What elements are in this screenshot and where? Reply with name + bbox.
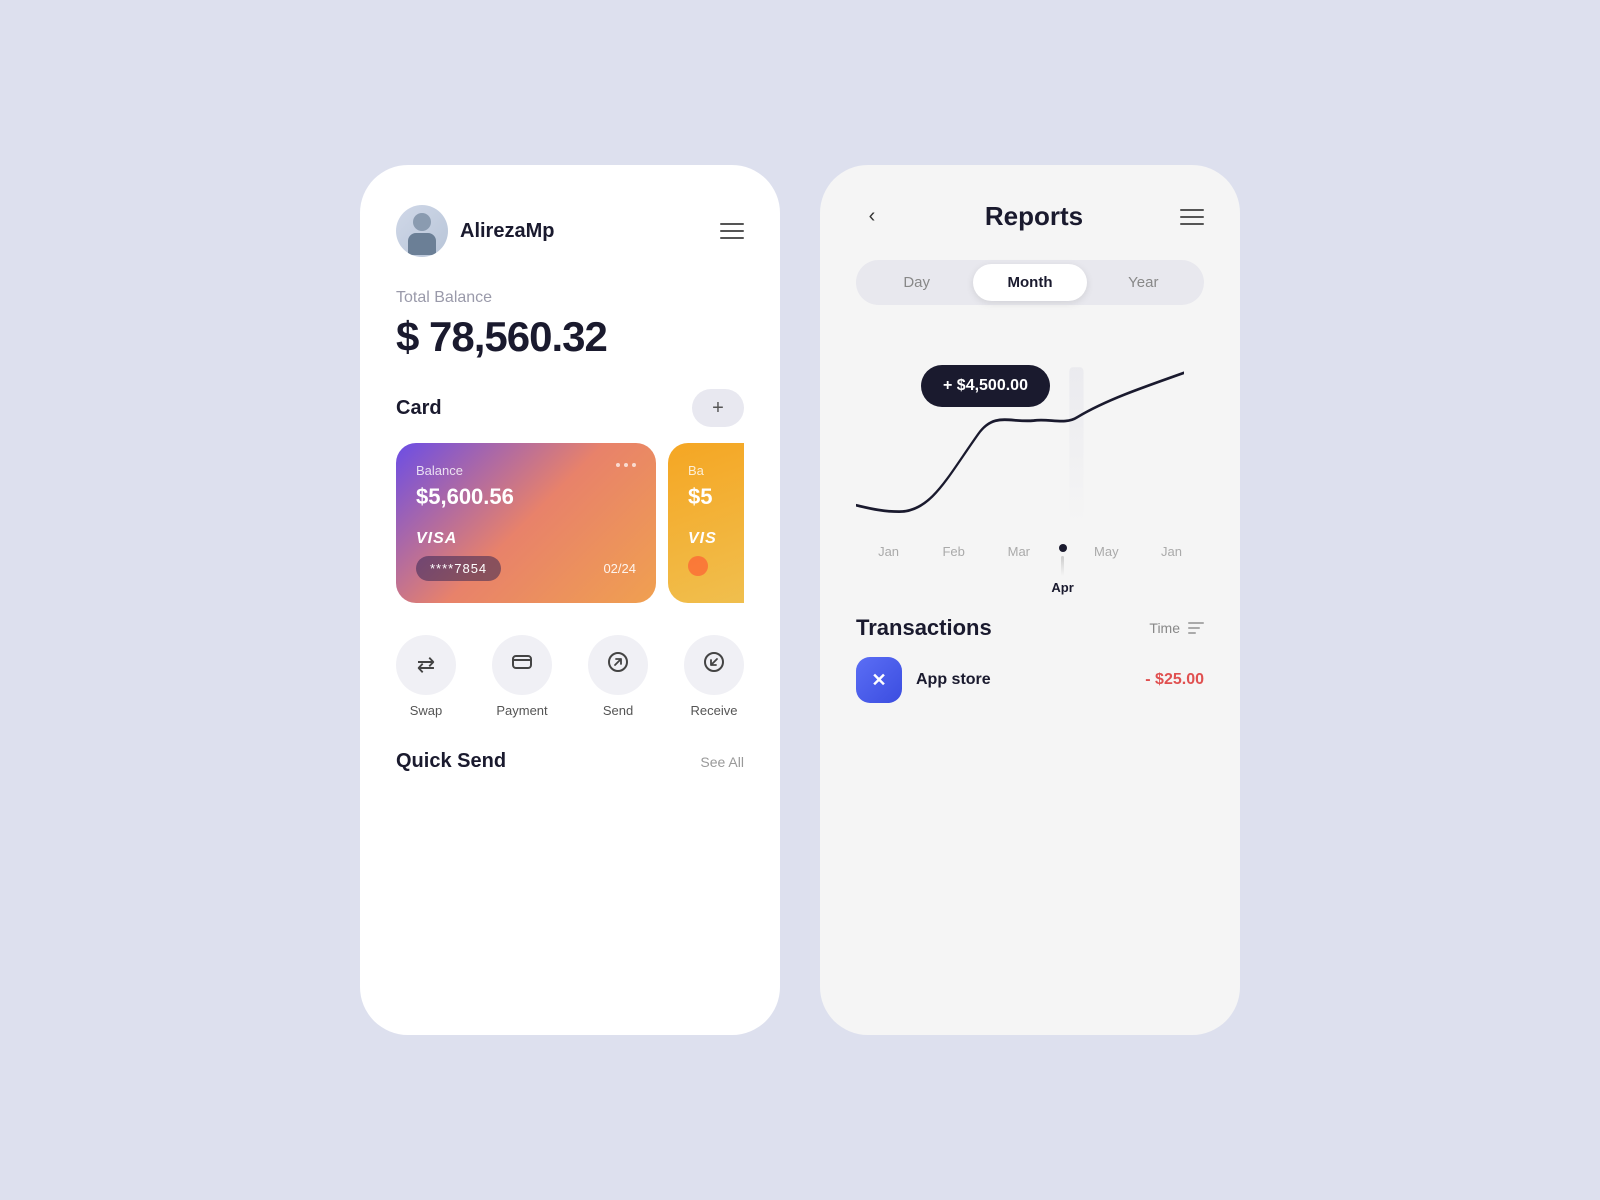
time-filter[interactable]: Time <box>1149 620 1204 636</box>
avatar-name-row: AlirezaMp <box>396 205 554 257</box>
back-button[interactable]: ‹ <box>856 205 888 228</box>
filter-line-2 <box>1188 627 1200 629</box>
balance-amount: $ 78,560.32 <box>396 313 744 361</box>
transactions-title: Transactions <box>856 615 992 641</box>
phone-right: ‹ Reports Day Month Year + $4,500.00 <box>820 165 1240 1035</box>
main-card[interactable]: Balance $5,600.56 VISA ****7854 02/24 <box>396 443 656 603</box>
card-number-row: ****7854 02/24 <box>416 556 636 581</box>
add-card-button[interactable]: + <box>692 389 744 427</box>
month-jan-2: Jan <box>1139 544 1204 595</box>
main-card-type: VISA <box>416 530 636 548</box>
action-receive: Receive <box>684 635 744 718</box>
phones-container: AlirezaMp Total Balance $ 78,560.32 Card… <box>360 165 1240 1035</box>
phone-left: AlirezaMp Total Balance $ 78,560.32 Card… <box>360 165 780 1035</box>
payment-label: Payment <box>496 703 547 718</box>
action-swap: ⇄ Swap <box>396 635 456 718</box>
quick-send-header: Quick Send See All <box>396 750 744 773</box>
reports-menu-line-3 <box>1180 223 1204 225</box>
menu-line-1 <box>720 223 744 225</box>
month-apr-indicator: Apr <box>1051 544 1073 595</box>
transactions-header: Transactions Time <box>856 615 1204 641</box>
filter-line-3 <box>1188 632 1196 634</box>
transactions-section: Transactions Time ✕ App store - $25.00 <box>856 615 1204 703</box>
month-may: May <box>1074 544 1139 595</box>
header-row: AlirezaMp <box>396 205 744 257</box>
chart-months: Jan Feb Mar Apr May Jan <box>856 544 1204 595</box>
month-feb: Feb <box>921 544 986 595</box>
reports-header: ‹ Reports <box>856 201 1204 232</box>
payment-button[interactable] <box>492 635 552 695</box>
receive-icon <box>703 651 725 679</box>
main-card-balance-amount: $5,600.56 <box>416 484 636 510</box>
month-jan-1: Jan <box>856 544 921 595</box>
filter-lines-icon <box>1188 622 1204 634</box>
second-card[interactable]: Ba $5 VIS <box>668 443 744 603</box>
avatar-body <box>408 233 436 255</box>
tab-month[interactable]: Month <box>973 264 1086 301</box>
menu-line-2 <box>720 230 744 232</box>
reports-menu-line-2 <box>1180 216 1204 218</box>
actions-row: ⇄ Swap Payment <box>396 635 744 718</box>
send-icon <box>607 651 629 679</box>
month-apr: Apr <box>1051 580 1073 595</box>
card-dot-3 <box>632 463 636 467</box>
chart-tooltip: + $4,500.00 <box>921 365 1050 407</box>
quick-send-title: Quick Send <box>396 750 506 773</box>
avatar-head <box>413 213 431 231</box>
swap-icon: ⇄ <box>417 652 435 678</box>
swap-button[interactable]: ⇄ <box>396 635 456 695</box>
menu-line-3 <box>720 237 744 239</box>
tab-year[interactable]: Year <box>1087 264 1200 301</box>
user-name: AlirezaMp <box>460 220 554 243</box>
cards-row: Balance $5,600.56 VISA ****7854 02/24 Ba… <box>396 443 744 603</box>
main-card-balance-label: Balance <box>416 463 636 478</box>
card-section-header: Card + <box>396 389 744 427</box>
card-expiry: 02/24 <box>603 561 636 576</box>
reports-menu-icon[interactable] <box>1180 209 1204 225</box>
action-send: Send <box>588 635 648 718</box>
menu-icon[interactable] <box>720 223 744 239</box>
receive-button[interactable] <box>684 635 744 695</box>
chart-area: + $4,500.00 Jan Feb Mar <box>856 335 1204 595</box>
second-card-type: VIS <box>688 530 744 548</box>
reports-title: Reports <box>985 201 1083 232</box>
receive-label: Receive <box>691 703 738 718</box>
card-dot-1 <box>616 463 620 467</box>
reports-menu-line-1 <box>1180 209 1204 211</box>
payment-icon <box>511 651 533 679</box>
action-payment: Payment <box>492 635 552 718</box>
transaction-amount: - $25.00 <box>1145 671 1204 689</box>
tab-group: Day Month Year <box>856 260 1204 305</box>
transaction-item: ✕ App store - $25.00 <box>856 657 1204 703</box>
card-section-title: Card <box>396 397 442 420</box>
second-card-logo <box>688 556 708 576</box>
time-filter-label: Time <box>1149 620 1180 636</box>
month-mar: Mar <box>986 544 1051 595</box>
card-dot-2 <box>624 463 628 467</box>
tab-day[interactable]: Day <box>860 264 973 301</box>
balance-label: Total Balance <box>396 289 744 307</box>
card-dots <box>616 463 636 467</box>
avatar-person <box>404 213 440 257</box>
avatar <box>396 205 448 257</box>
send-button[interactable] <box>588 635 648 695</box>
see-all-button[interactable]: See All <box>700 754 744 770</box>
send-label: Send <box>603 703 633 718</box>
second-card-label: Ba <box>688 463 744 478</box>
transaction-icon: ✕ <box>856 657 902 703</box>
card-number: ****7854 <box>416 556 501 581</box>
second-card-amount: $5 <box>688 484 744 510</box>
month-dot <box>1059 544 1067 552</box>
transaction-name: App store <box>916 671 991 689</box>
filter-line-1 <box>1188 622 1204 624</box>
month-bar <box>1061 556 1064 576</box>
swap-label: Swap <box>410 703 443 718</box>
